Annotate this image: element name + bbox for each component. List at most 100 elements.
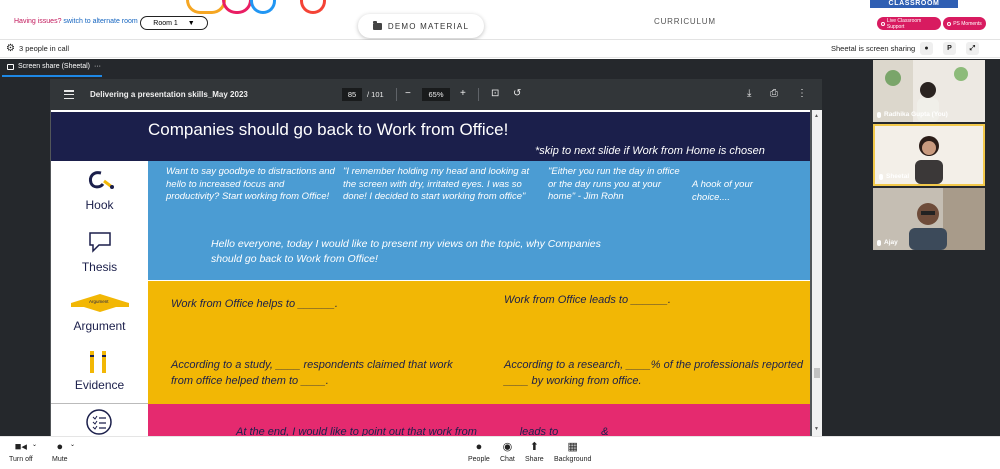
more-options-icon[interactable]: ⋮ <box>797 87 807 101</box>
mic-toggle-button[interactable]: ● Mute <box>52 441 68 463</box>
participant-tile-radhika[interactable]: Radhika Gupta (You) <box>873 60 985 122</box>
print-icon[interactable]: ⎙ <box>770 87 778 101</box>
page-number-input[interactable]: 85 <box>342 88 362 101</box>
slide-header: Companies should go back to Work from Of… <box>51 112 810 161</box>
fullscreen-icon[interactable]: ⤢ <box>966 42 979 55</box>
thesis-label: Thesis <box>81 260 118 274</box>
chat-button[interactable]: ◉ Chat <box>500 441 515 463</box>
classroom-tab[interactable]: CLASSROOM <box>870 0 958 8</box>
evidence-right: According to a research, ____% of the pr… <box>504 359 804 387</box>
argument-badge-text: Argument <box>89 299 109 304</box>
pdf-title: Delivering a presentation skills_May 202… <box>90 90 248 99</box>
participant-name: Ajay <box>877 239 898 246</box>
pdf-page-area: Companies should go back to Work from Of… <box>50 110 822 436</box>
active-tab-indicator <box>2 75 102 77</box>
people-button[interactable]: ● People <box>468 441 490 463</box>
support-icon <box>881 21 885 26</box>
moments-icon <box>947 21 952 26</box>
participant-name-label: Sheetal <box>886 173 910 180</box>
decorative-arc-pink <box>222 0 252 14</box>
top-bar: Having issues? switch to alternate room … <box>0 0 1000 40</box>
issues-notice: Having issues? switch to alternate room <box>14 18 138 25</box>
bottom-control-bar: ■◂ Turn off ⌄ ● Mute ⌄ ● People ◉ Chat ⬆… <box>0 436 1000 469</box>
hook-icon <box>89 171 114 189</box>
ps-moments-label: PS Moments <box>953 20 982 27</box>
slide: Companies should go back to Work from Of… <box>51 110 810 436</box>
share-screen-icon: ⬆ <box>529 441 539 453</box>
shield-icon[interactable]: ● <box>920 42 933 55</box>
mute-label: Mute <box>52 456 68 463</box>
microphone-icon: ● <box>56 441 64 453</box>
participant-name: Sheetal <box>879 173 909 180</box>
mic-icon <box>877 239 881 246</box>
slide-label-column: Hook Thesis Argument Argument Evidence <box>51 161 148 436</box>
chevron-down-icon: ▼ <box>187 19 195 27</box>
decorative-arc-orange <box>186 0 226 14</box>
camera-toggle-button[interactable]: ■◂ Turn off <box>9 441 33 463</box>
pdf-scrollbar[interactable]: ▲ ▼ <box>812 110 822 436</box>
chevron-down-icon[interactable]: ⌄ <box>32 441 37 448</box>
folder-icon <box>372 20 382 30</box>
hook-label: Hook <box>85 198 114 212</box>
background-icon: ▦ <box>567 441 578 453</box>
decorative-arc-blue <box>250 0 276 14</box>
hook-option-2: "I remember holding my head and looking … <box>343 166 530 202</box>
speech-bubble-icon <box>89 232 111 253</box>
share-label: Share <box>525 456 544 463</box>
share-button[interactable]: ⬆ Share <box>525 441 544 463</box>
demo-material-button[interactable]: DEMO MATERIAL <box>358 14 484 38</box>
people-label: People <box>468 456 490 463</box>
curriculum-tab[interactable]: CURRICULUM <box>654 17 716 26</box>
demo-material-label: DEMO MATERIAL <box>387 21 470 31</box>
pdf-toolbar: Delivering a presentation skills_May 202… <box>50 79 822 110</box>
screen-share-tab[interactable]: Screen share (Sheetal) ··· <box>7 63 101 70</box>
participant-tile-sheetal[interactable]: Sheetal <box>873 124 985 186</box>
decorative-arc-red <box>300 0 326 14</box>
zoom-in-button[interactable]: + <box>460 87 466 101</box>
hook-option-3: "Either you run the day in office or the… <box>548 166 680 202</box>
call-bar: ⚙ 3 people in call Sheetal is screen sha… <box>0 40 1000 58</box>
more-icon[interactable]: ··· <box>94 63 101 70</box>
background-label: Background <box>554 456 592 463</box>
background-button[interactable]: ▦ Background <box>554 441 591 463</box>
chevron-down-icon[interactable]: ⌄ <box>70 441 75 448</box>
participant-name-label: Radhika Gupta (You) <box>884 111 948 118</box>
room-select-value: Room 1 <box>153 19 178 27</box>
rotate-icon[interactable]: ↺ <box>513 87 521 101</box>
chat-icon: ◉ <box>502 441 513 453</box>
page-total: / 101 <box>367 90 384 99</box>
room-select[interactable]: Room 1 ▼ <box>140 16 208 30</box>
live-support-label: Live Classroom Support <box>886 17 922 30</box>
monitor-icon <box>7 63 14 70</box>
participant-tile-ajay[interactable]: Ajay <box>873 188 985 250</box>
participant-name-label: Ajay <box>884 239 898 246</box>
toolbar-divider <box>478 88 479 101</box>
conclusion-text: At the end, I would like to point out th… <box>236 426 609 436</box>
people-count: 3 people in call <box>19 44 70 53</box>
scroll-up-icon[interactable]: ▲ <box>814 113 819 119</box>
download-icon[interactable]: ⤓ <box>747 87 751 101</box>
evidence-label: Evidence <box>74 378 125 392</box>
gear-icon[interactable]: ⚙ <box>6 44 15 54</box>
toolbar-divider <box>396 88 397 101</box>
live-support-button[interactable]: Live Classroom Support <box>877 17 941 30</box>
people-icon: ● <box>475 441 483 453</box>
scrollbar-thumb[interactable] <box>814 368 820 378</box>
slide-title: Companies should go back to Work from Of… <box>148 120 509 139</box>
scroll-down-icon[interactable]: ▼ <box>814 426 819 432</box>
argument-right: Work from Office leads to ______. <box>504 294 671 306</box>
zoom-input[interactable]: 65% <box>422 88 450 101</box>
argument-label: Argument <box>73 319 126 333</box>
alternate-room-link[interactable]: switch to alternate room <box>63 18 137 25</box>
list-icon <box>86 409 112 435</box>
evidence-left: According to a study, ____ respondents c… <box>171 359 453 387</box>
ps-moments-button[interactable]: PS Moments <box>943 17 986 30</box>
chat-label: Chat <box>500 456 515 463</box>
hook-option-1: Want to say goodbye to distractions and … <box>166 166 335 202</box>
menu-icon[interactable] <box>64 90 74 99</box>
fit-page-icon[interactable]: ⊡ <box>491 87 499 101</box>
mic-icon <box>879 173 883 180</box>
p-button[interactable]: P <box>943 42 956 55</box>
zoom-out-button[interactable]: − <box>405 87 411 101</box>
sharing-status: Sheetal is screen sharing <box>831 44 916 53</box>
